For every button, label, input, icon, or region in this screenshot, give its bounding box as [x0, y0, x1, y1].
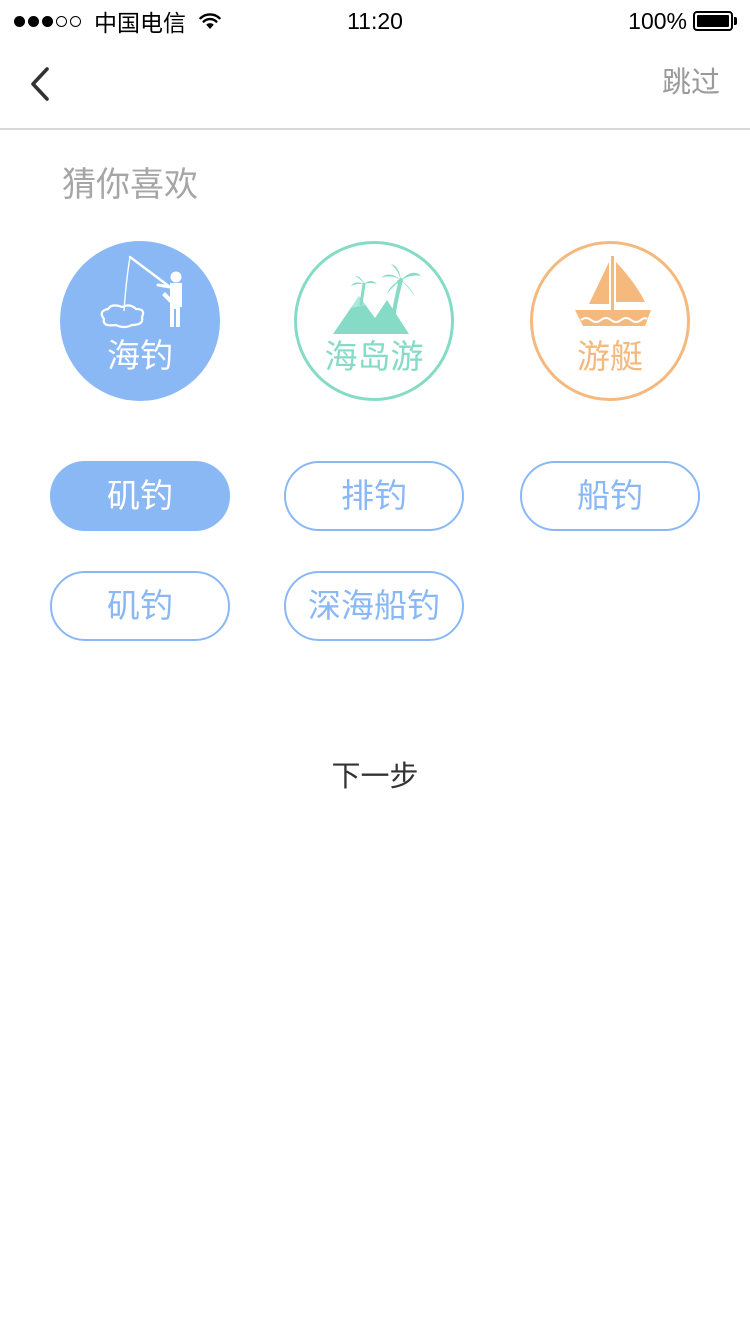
status-bar: 中国电信 11:20 100% [0, 0, 750, 40]
palm-island-icon [333, 264, 421, 334]
tag-rock-fishing[interactable]: 矶钓 [50, 461, 230, 531]
battery-body [693, 11, 733, 31]
category-label: 海岛游 [324, 337, 424, 376]
tag-rock-fishing-2[interactable]: 矶钓 [50, 571, 230, 641]
battery-percentage: 100% [628, 7, 687, 34]
next-step-button[interactable]: 下一步 [0, 756, 750, 796]
skip-button[interactable]: 跳过 [662, 62, 720, 102]
tag-deep-sea-boat-fishing[interactable]: 深海船钓 [284, 571, 464, 641]
battery-tip [734, 17, 737, 25]
category-label: 海钓 [107, 336, 173, 375]
category-label: 游艇 [577, 337, 643, 376]
fishing-person-icon [100, 255, 182, 329]
tag-boat-fishing[interactable]: 船钓 [520, 461, 700, 531]
status-right: 100% [628, 6, 737, 36]
back-button[interactable] [18, 58, 62, 110]
nav-bar: 跳过 [0, 40, 750, 130]
tag-raft-fishing[interactable]: 排钓 [284, 461, 464, 531]
next-step-label: 下一步 [331, 759, 419, 793]
battery-icon [693, 11, 737, 31]
category-sea-fishing[interactable]: 海钓 [60, 241, 220, 401]
category-yacht[interactable]: 游艇 [530, 241, 690, 401]
section-title: 猜你喜欢 [62, 165, 198, 205]
battery-fill [697, 15, 729, 27]
category-island-trip[interactable]: 海岛游 [294, 241, 454, 401]
chevron-left-icon [31, 67, 49, 101]
sailboat-icon [575, 256, 651, 326]
